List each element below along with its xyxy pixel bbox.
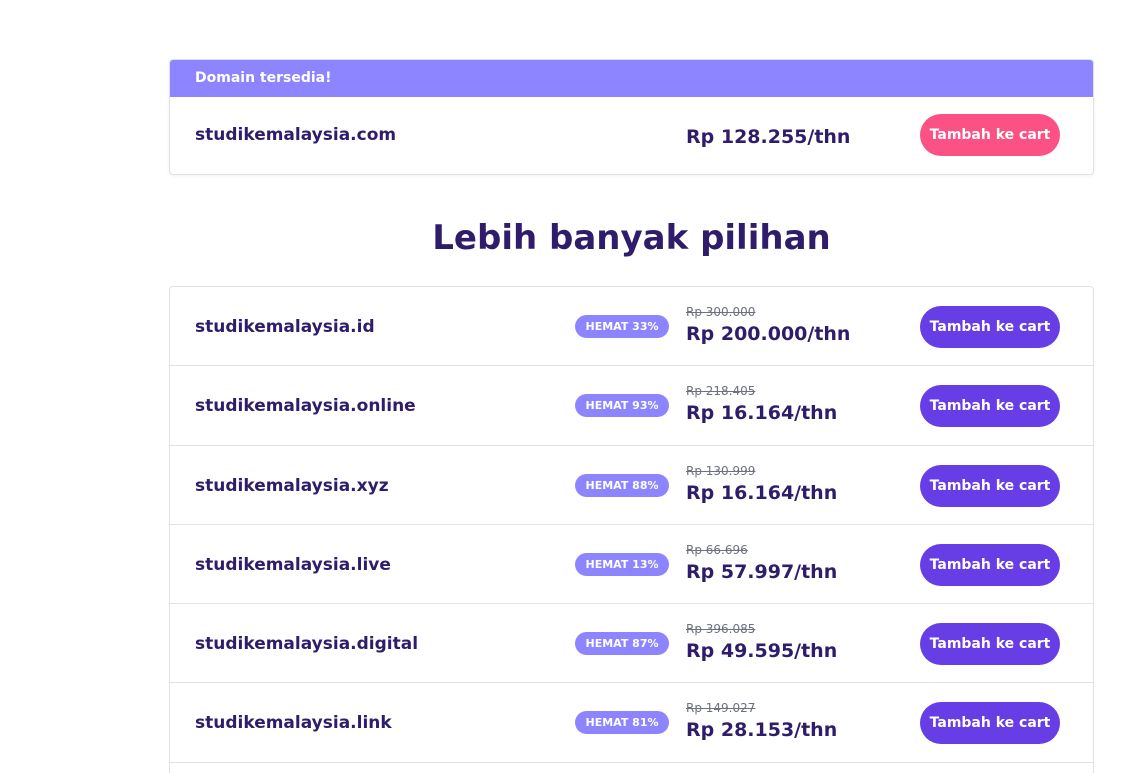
list-item: studikemalaysia.live HEMAT 13% Rp 66.696… [170, 525, 1093, 605]
add-to-cart-button[interactable]: Tambah ke cart [920, 114, 1060, 156]
price: Rp 200.000/thn [686, 323, 851, 345]
old-price: Rp 130.999 [686, 463, 756, 478]
more-options-title: Lebih banyak pilihan [432, 218, 831, 258]
discount-badge: HEMAT 87% [575, 632, 669, 656]
domain-name: studikemalaysia.link [195, 713, 392, 734]
domain-name: studikemalaysia.xyz [195, 475, 389, 496]
old-price: Rp 149.027 [686, 701, 756, 716]
list-item: studikemalaysia.id HEMAT 33% Rp 300.000 … [170, 287, 1093, 367]
add-to-cart-button[interactable]: Tambah ke cart [920, 702, 1060, 745]
list-item: studikemalaysia.link HEMAT 81% Rp 149.02… [170, 683, 1093, 763]
domain-name: studikemalaysia.live [195, 554, 391, 575]
domain-name: studikemalaysia.id [195, 317, 375, 337]
price: Rp 16.164/thn [686, 481, 838, 504]
discount-badge: HEMAT 93% [575, 394, 669, 418]
domain-name: studikemalaysia.digital [195, 634, 419, 655]
old-price: Rp 300.000 [686, 305, 756, 319]
add-to-cart-button[interactable]: Tambah ke cart [920, 385, 1060, 428]
old-price: Rp 396.085 [686, 622, 756, 637]
list-item: studikemalaysia.online HEMAT 93% Rp 218.… [170, 366, 1093, 446]
available-row: studikemalaysia.com Rp 128.255/thn Tamba… [170, 97, 1093, 174]
discount-badge: HEMAT 88% [575, 473, 669, 497]
available-domain-name: studikemalaysia.com [195, 125, 397, 145]
price: Rp 57.997/thn [686, 560, 838, 583]
available-header: Domain tersedia! [170, 60, 1093, 97]
domain-name: studikemalaysia.online [195, 396, 416, 417]
add-to-cart-button[interactable]: Tambah ke cart [920, 623, 1060, 666]
old-price: Rp 66.696 [686, 542, 748, 557]
add-to-cart-button[interactable]: Tambah ke cart [920, 306, 1060, 348]
price: Rp 16.164/thn [686, 402, 838, 425]
list-item: studikemalaysia.digital HEMAT 87% Rp 396… [170, 604, 1093, 684]
discount-badge: HEMAT 33% [575, 315, 669, 338]
domain-options-list: studikemalaysia.id HEMAT 33% Rp 300.000 … [169, 286, 1094, 773]
price: Rp 49.595/thn [686, 640, 838, 663]
discount-badge: HEMAT 81% [575, 711, 669, 735]
add-to-cart-button[interactable]: Tambah ke cart [920, 464, 1060, 507]
list-item: studikemalaysia.xyz HEMAT 88% Rp 130.999… [170, 446, 1093, 525]
old-price: Rp 218.405 [686, 384, 756, 399]
available-price: Rp 128.255/thn [686, 126, 851, 148]
add-to-cart-button[interactable]: Tambah ke cart [920, 543, 1060, 586]
price: Rp 28.153/thn [686, 719, 838, 742]
available-domain-card: Domain tersedia! studikemalaysia.com Rp … [169, 59, 1094, 175]
discount-badge: HEMAT 13% [575, 552, 669, 576]
